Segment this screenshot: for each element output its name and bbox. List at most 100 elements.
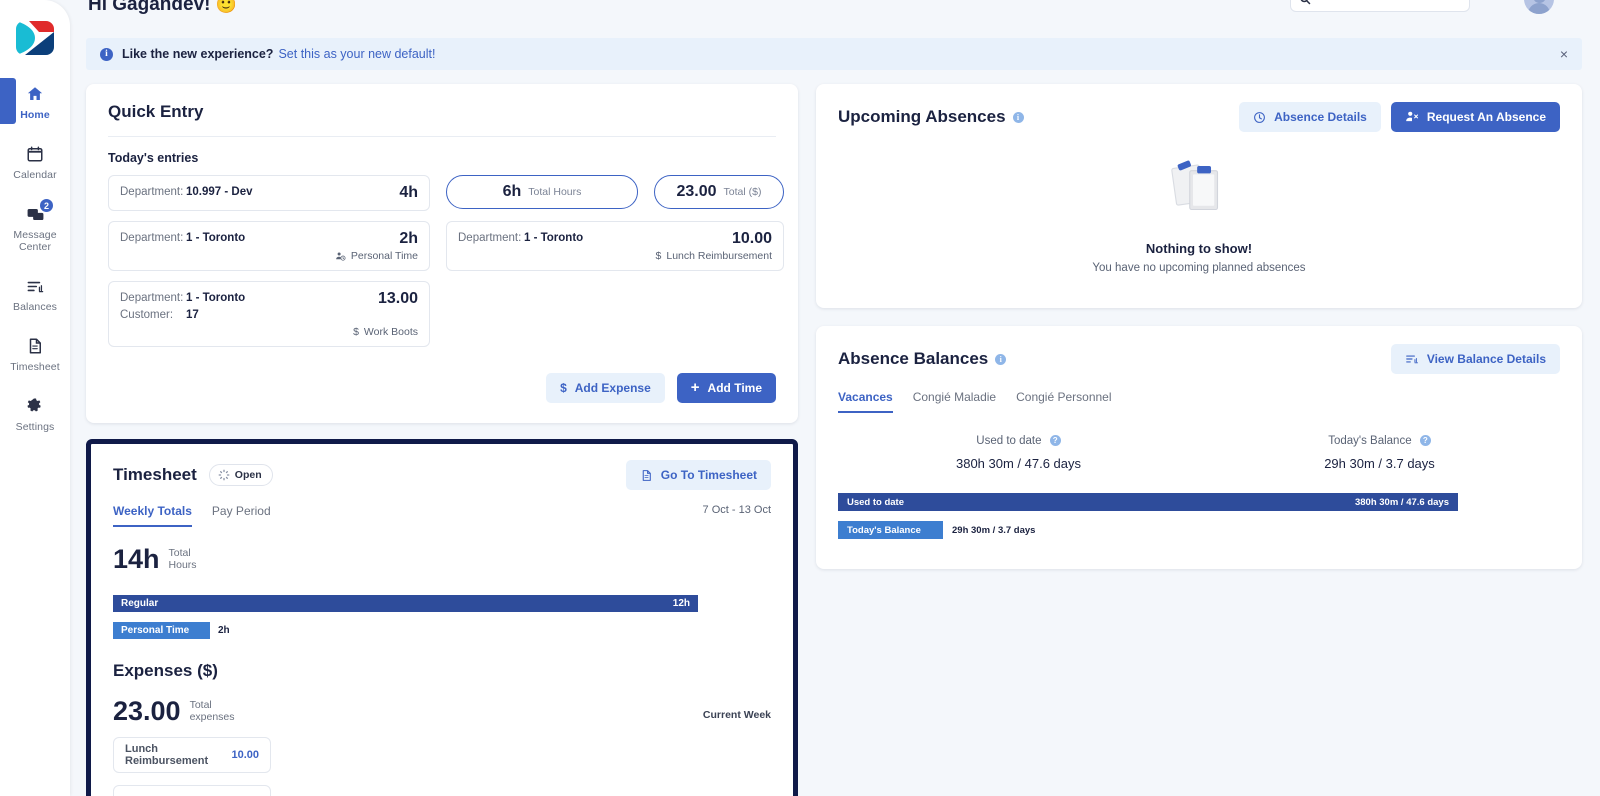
entry-field-label: Department:: [120, 186, 184, 198]
entry-field-label: Department:: [458, 232, 522, 244]
request-absence-label: Request An Absence: [1426, 110, 1546, 124]
sidebar-item-label: Settings: [15, 421, 55, 433]
status-badge: Open: [208, 464, 273, 486]
dollar-icon: $: [655, 250, 662, 262]
view-balance-details-button[interactable]: View Balance Details: [1390, 344, 1560, 374]
empty-state: Nothing to show! You have no upcoming pl…: [838, 132, 1560, 288]
help-icon[interactable]: ?: [1049, 435, 1061, 446]
period-range: 7 Oct - 13 Oct: [702, 504, 771, 516]
go-to-timesheet-button[interactable]: Go To Timesheet: [625, 460, 771, 490]
upcoming-absences-title: Upcoming Absences: [838, 107, 1006, 126]
expenses-label-line1: Total: [189, 699, 212, 711]
balance-column-label: Used to date ?: [838, 435, 1199, 447]
empty-title: Nothing to show!: [1145, 241, 1253, 256]
info-icon[interactable]: i: [1012, 111, 1024, 123]
bar-label: Used to date: [847, 496, 905, 508]
sidebar-item-message-center[interactable]: 2 Message Center: [0, 192, 70, 264]
bar-value: 2h: [218, 625, 230, 636]
view-balance-details-label: View Balance Details: [1426, 352, 1546, 366]
message-icon: 2: [2, 198, 68, 225]
calendar-icon: [2, 143, 68, 165]
absence-details-label: Absence Details: [1274, 110, 1367, 124]
upcoming-absences-card: Upcoming Absences i Absence Details Requ…: [816, 84, 1582, 308]
expenses-total-row: 23.00 Total expenses Current Week: [113, 697, 771, 725]
clock-icon: [1254, 111, 1266, 123]
balance-column-label: Today's Balance ?: [1199, 435, 1560, 447]
smiley-icon: 🙂: [215, 0, 237, 14]
expenses-total-value: 23.00: [113, 696, 181, 726]
quick-entry-actions: $ Add Expense + Add Time: [108, 373, 776, 403]
sidebar-item-label: Timesheet: [10, 361, 60, 373]
sidebar-item-home[interactable]: Home: [0, 72, 70, 132]
absence-details-button[interactable]: Absence Details: [1239, 102, 1381, 132]
close-icon[interactable]: ×: [1560, 47, 1568, 61]
balance-column-used: Used to date ? 380h 30m / 47.6 days: [838, 435, 1199, 471]
avatar[interactable]: [1524, 0, 1554, 14]
balance-column-today: Today's Balance ? 29h 30m / 3.7 days: [1199, 435, 1560, 471]
entry-amount: 2h: [399, 230, 418, 247]
chart-bar-row: Personal Time 2h: [113, 622, 771, 639]
entries-column-left: Department: 10.997 - Dev 4h Department: …: [108, 175, 430, 357]
tab-conge-maladie[interactable]: Congié Maladie: [913, 390, 996, 413]
chart-bar-row: Used to date 380h 30m / 47.6 days: [838, 493, 1560, 511]
entry-row[interactable]: Department: 10.997 - Dev 4h: [108, 175, 430, 211]
dayforce-logo[interactable]: [15, 18, 55, 58]
add-time-label: Add Time: [707, 381, 762, 395]
page-title: Hi Gagandev! 🙂: [88, 0, 237, 16]
dollar-icon: $: [560, 381, 567, 395]
entry-field-value: 1 - Toronto: [524, 232, 584, 244]
tab-vacances[interactable]: Vacances: [838, 390, 893, 413]
total-dollars-value: 23.00: [676, 183, 717, 200]
entry-tag: Personal Time: [120, 250, 418, 262]
total-dollars-label: Total ($): [723, 186, 762, 198]
entry-field-value: 10.997 - Dev: [186, 186, 253, 198]
sidebar-item-calendar[interactable]: Calendar: [0, 132, 70, 192]
sidebar: Home Calendar 2 Message Center Balances …: [0, 0, 70, 796]
sidebar-item-timesheet[interactable]: Timesheet: [0, 324, 70, 384]
help-icon[interactable]: ?: [1419, 435, 1431, 446]
entry-tag: $ Lunch Reimbursement: [458, 250, 772, 262]
tab-weekly-totals[interactable]: Weekly Totals: [113, 504, 192, 527]
banner-link[interactable]: Set this as your new default!: [278, 47, 435, 61]
expenses-label-line2: expenses: [189, 711, 235, 723]
entry-row[interactable]: Department: 1 - Toronto Customer: 17 13.…: [108, 281, 430, 347]
search-input[interactable]: [1290, 0, 1470, 12]
topbar: Hi Gagandev! 🙂: [86, 0, 1582, 26]
sidebar-item-label: Calendar: [13, 169, 57, 181]
entry-row[interactable]: Department: 1 - Toronto 10.00 $ Lunch Re…: [446, 221, 784, 271]
entry-row[interactable]: Department: 1 - Toronto 2h Personal Time: [108, 221, 430, 271]
request-absence-button[interactable]: Request An Absence: [1390, 102, 1560, 132]
chart-bar-row: Regular 12h: [113, 595, 771, 612]
todays-balance-label: Today's Balance: [1328, 435, 1412, 447]
total-hours-row: 14h Total Hours: [113, 545, 771, 573]
add-expense-button[interactable]: $ Add Expense: [546, 373, 665, 403]
timesheet-card: Timesheet Open Go To Timesheet Weekly To…: [86, 439, 798, 796]
absence-actions: Absence Details Request An Absence: [1239, 102, 1560, 132]
info-icon[interactable]: i: [995, 353, 1007, 365]
bar-todays-balance: Today's Balance: [838, 521, 943, 539]
document-icon: [2, 335, 68, 357]
tab-conge-personnel[interactable]: Congié Personnel: [1016, 390, 1111, 413]
used-to-date-label: Used to date: [976, 435, 1042, 447]
upcoming-absences-header: Upcoming Absences i Absence Details Requ…: [838, 102, 1560, 132]
add-time-button[interactable]: + Add Time: [676, 373, 776, 403]
divider: [108, 136, 776, 137]
sidebar-item-balances[interactable]: Balances: [0, 264, 70, 324]
absence-balances-header: Absence Balances i View Balance Details: [838, 344, 1560, 374]
bar-used-to-date: Used to date 380h 30m / 47.6 days: [838, 493, 1458, 511]
left-column: Quick Entry Today's entries Department:: [86, 84, 798, 796]
expense-item[interactable]: Lunch Reimbursement 10.00: [113, 737, 271, 773]
chart-bar-row: Today's Balance 29h 30m / 3.7 days: [838, 521, 1560, 539]
timesheet-tabs: Weekly Totals Pay Period 7 Oct - 13 Oct: [113, 504, 771, 527]
message-badge: 2: [39, 198, 54, 213]
todays-entries-label: Today's entries: [108, 151, 199, 165]
timesheet-title: Timesheet: [113, 465, 197, 484]
document-icon: [642, 469, 651, 481]
total-label-line2: Hours: [168, 559, 197, 571]
bar-value: 380h 30m / 47.6 days: [1354, 496, 1449, 508]
tab-pay-period[interactable]: Pay Period: [212, 504, 271, 527]
total-label-line1: Total: [168, 547, 191, 559]
expense-item[interactable]: Work Boots 13.00: [113, 785, 271, 796]
entry-field2-label: Customer:: [120, 309, 174, 321]
sidebar-item-settings[interactable]: Settings: [0, 384, 70, 444]
